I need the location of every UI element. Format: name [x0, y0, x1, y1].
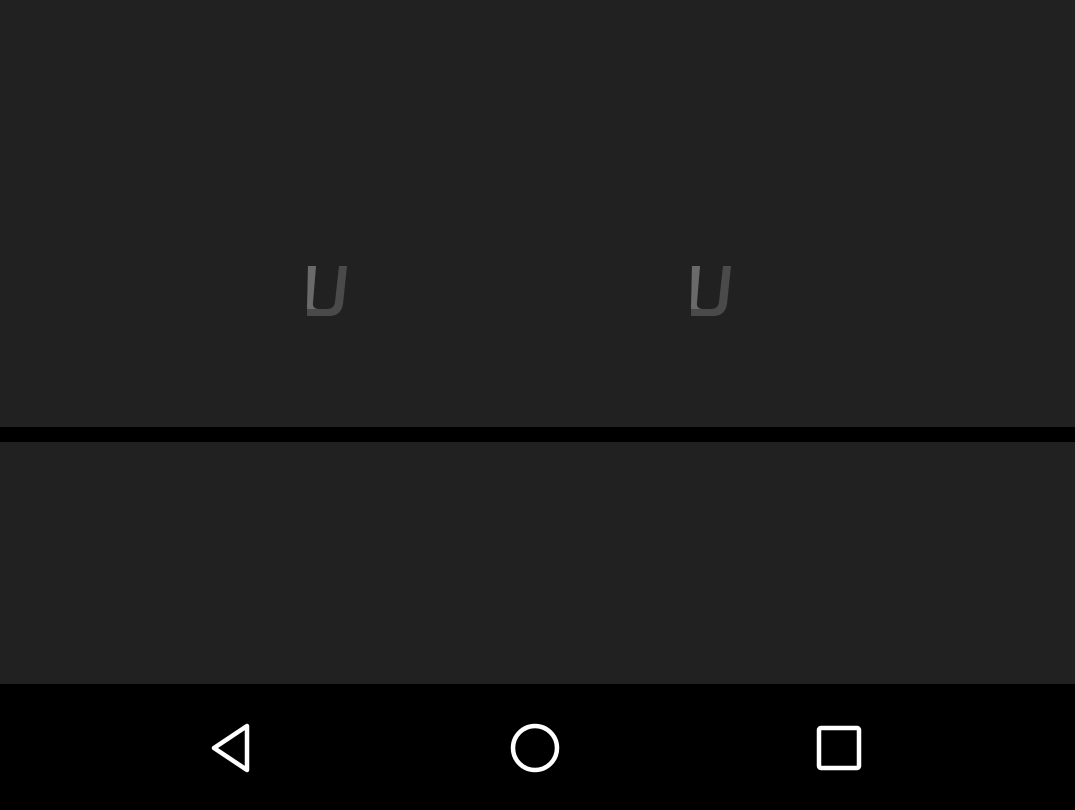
- back-triangle-icon: [211, 723, 250, 773]
- top-content-pane: [0, 0, 1075, 427]
- home-circle-icon: [510, 723, 560, 773]
- back-button[interactable]: [183, 698, 283, 798]
- bottom-content-pane: [0, 442, 1075, 684]
- split-screen-divider[interactable]: [0, 427, 1075, 442]
- partial-logo-glyph-icon: [307, 266, 347, 316]
- device-screen: [0, 0, 1075, 810]
- navigation-bar: [0, 684, 1075, 810]
- partial-logo-glyph-icon: [691, 266, 731, 316]
- home-button[interactable]: [485, 698, 585, 798]
- recents-square-icon: [816, 725, 862, 771]
- recents-button[interactable]: [789, 698, 889, 798]
